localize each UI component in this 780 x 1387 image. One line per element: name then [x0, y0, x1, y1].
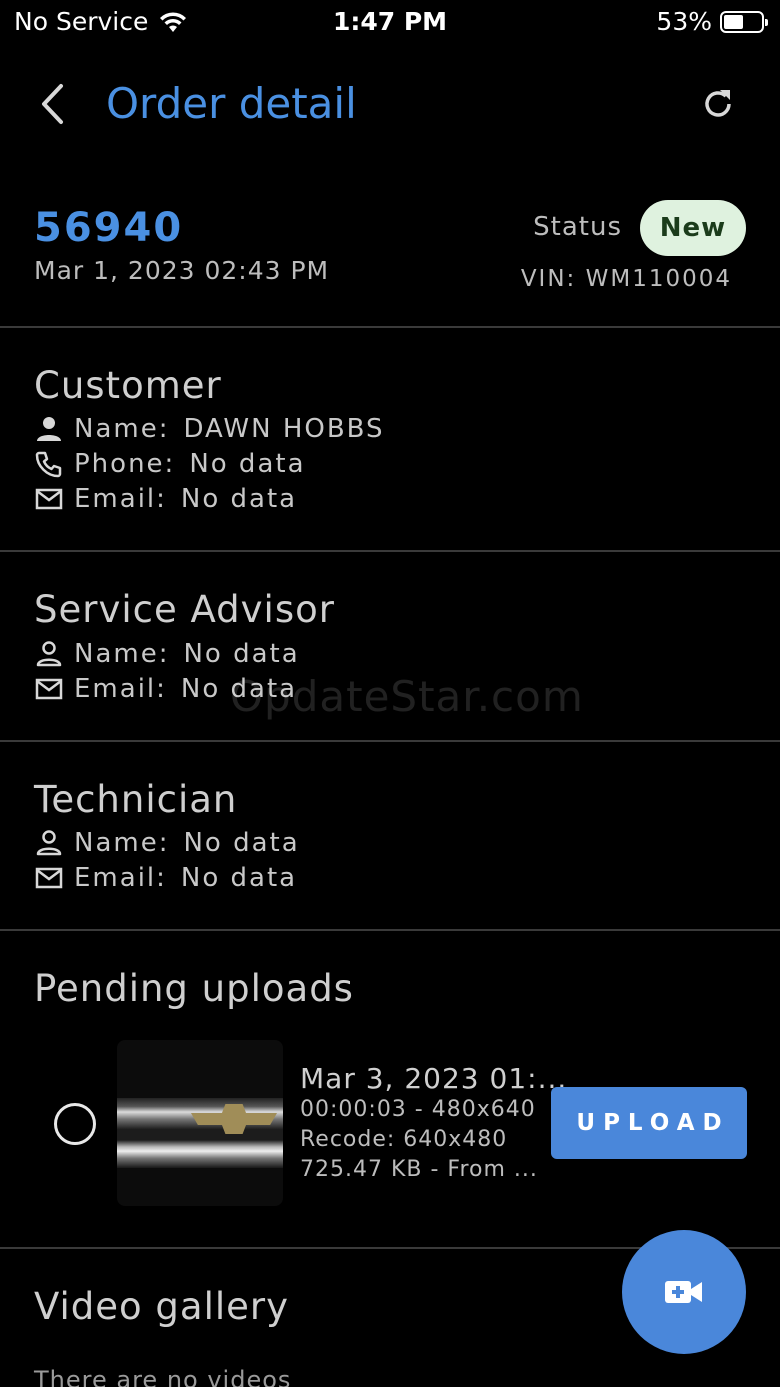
- page-title: Order detail: [106, 79, 357, 128]
- video-thumbnail[interactable]: [117, 1040, 283, 1206]
- mail-icon: [35, 488, 63, 510]
- customer-name-row: Name: DAWN HOBBS: [34, 412, 385, 446]
- watermark: OpdateStar.com: [230, 672, 584, 721]
- divider: [0, 929, 780, 931]
- service-advisor-section-title: Service Advisor: [34, 588, 335, 631]
- order-date: Mar 1, 2023 02:43 PM: [34, 256, 330, 285]
- mail-icon: [35, 867, 63, 889]
- pending-uploads-title: Pending uploads: [34, 967, 354, 1010]
- technician-email-value: No data: [180, 863, 298, 893]
- advisor-name-row: Name: No data: [34, 637, 300, 671]
- advisor-email-label: Email:: [74, 674, 167, 704]
- person-icon: [37, 417, 61, 441]
- advisor-name-value: No data: [183, 639, 300, 669]
- upload-button[interactable]: UPLOAD: [551, 1087, 747, 1159]
- divider: [0, 550, 780, 552]
- person-outline-icon: [36, 830, 62, 856]
- record-video-button[interactable]: [622, 1230, 746, 1354]
- customer-phone-label: Phone:: [74, 449, 176, 479]
- technician-section-title: Technician: [34, 778, 238, 821]
- chevron-left-icon[interactable]: [34, 80, 74, 128]
- upload-item-title: Mar 3, 2023 01:...: [300, 1062, 568, 1095]
- select-radio[interactable]: [54, 1103, 96, 1145]
- vin-value: WM110004: [585, 266, 732, 292]
- status-bar-right: 53%: [656, 7, 768, 36]
- advisor-name-label: Name:: [74, 639, 170, 669]
- person-outline-icon: [36, 641, 62, 667]
- upload-item-recode: Recode: 640x480: [300, 1127, 508, 1152]
- divider: [0, 326, 780, 328]
- video-gallery-title: Video gallery: [34, 1285, 290, 1328]
- app-bar: Order detail: [0, 70, 780, 140]
- customer-name-label: Name:: [74, 414, 170, 444]
- vin: VIN: WM110004: [521, 266, 732, 292]
- customer-email-row: Email: No data: [34, 482, 297, 516]
- status-label: Status: [533, 212, 622, 242]
- technician-name-label: Name:: [74, 828, 170, 858]
- technician-email-row: Email: No data: [34, 861, 297, 895]
- mail-icon: [35, 678, 63, 700]
- upload-item-size: 725.47 KB - From ...: [300, 1157, 538, 1182]
- customer-phone-row: Phone: No data: [34, 447, 306, 481]
- upload-item-duration: 00:00:03 - 480x640: [300, 1097, 536, 1122]
- customer-name-value: DAWN HOBBS: [183, 414, 385, 444]
- phone-icon: [35, 451, 62, 478]
- video-add-icon: [665, 1281, 702, 1303]
- status-badge: New: [640, 200, 746, 256]
- video-gallery-empty-text: There are no videos: [34, 1366, 292, 1387]
- divider: [0, 740, 780, 742]
- thumbnail-grille: [117, 1098, 283, 1168]
- refresh-icon[interactable]: [698, 84, 738, 124]
- status-bar: No Service 1:47 PM 53%: [0, 0, 780, 46]
- customer-email-label: Email:: [74, 484, 167, 514]
- customer-phone-value: No data: [189, 449, 306, 479]
- battery-icon: [720, 10, 768, 33]
- technician-email-label: Email:: [74, 863, 167, 893]
- technician-name-value: No data: [183, 828, 300, 858]
- customer-email-value: No data: [180, 484, 298, 514]
- customer-section-title: Customer: [34, 364, 222, 407]
- order-number: 56940: [34, 205, 184, 251]
- technician-name-row: Name: No data: [34, 826, 300, 860]
- battery-percent: 53%: [656, 7, 712, 36]
- battery-level: [724, 14, 744, 29]
- vin-label: VIN:: [520, 266, 577, 292]
